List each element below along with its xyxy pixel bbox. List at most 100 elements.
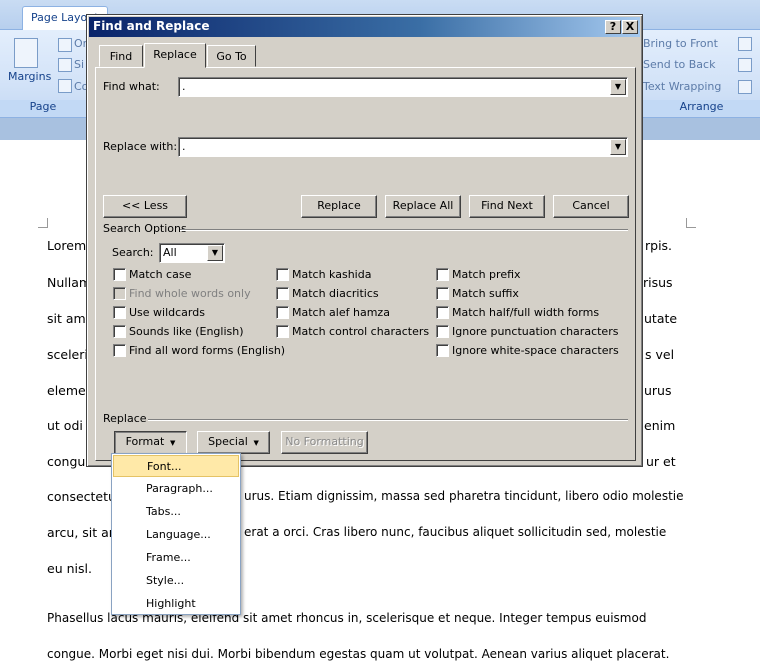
match-kashida-checkbox[interactable] [276, 268, 289, 281]
menu-item-font[interactable]: Font... [113, 455, 239, 477]
word-forms-label[interactable]: Find all word forms (English) [129, 344, 285, 357]
margin-corner-mark-right [686, 218, 696, 228]
dialog-titlebar[interactable]: Find and Replace ? X [89, 17, 640, 37]
search-direction-label: Search: [112, 246, 154, 259]
menu-item-style[interactable]: Style... [113, 570, 239, 592]
match-diacritics-checkbox[interactable] [276, 287, 289, 300]
find-replace-dialog: Find and Replace ? X Find Replace Go To … [86, 14, 643, 467]
replace-with-label: Replace with: [103, 140, 178, 153]
match-prefix-checkbox[interactable] [436, 268, 449, 281]
match-alef-hamza-checkbox[interactable] [276, 306, 289, 319]
send-to-back-button[interactable]: Send to Back [643, 58, 715, 71]
chevron-down-icon[interactable]: ▼ [610, 79, 626, 95]
match-case-label[interactable]: Match case [129, 268, 191, 281]
doc-line-left: Lorem [47, 238, 87, 253]
size-label[interactable]: Si [74, 58, 84, 71]
special-button[interactable]: Special ▼ [197, 431, 270, 454]
align-icon[interactable] [738, 37, 752, 51]
close-button[interactable]: X [622, 20, 638, 34]
find-what-value: . [182, 80, 186, 93]
replace-with-value: . [182, 140, 186, 153]
find-next-button[interactable]: Find Next [469, 195, 545, 218]
replace-with-input[interactable]: . ▼ [178, 137, 628, 157]
replace-all-button[interactable]: Replace All [385, 195, 461, 218]
doc-line-left: consectetu [47, 489, 116, 504]
ignore-punctuation-checkbox[interactable] [436, 325, 449, 338]
doc-line-right: erat a orci. Cras libero nunc, faucibus … [244, 525, 667, 539]
menu-item-paragraph[interactable]: Paragraph... [113, 478, 239, 500]
tab-find[interactable]: Find [99, 45, 143, 67]
format-button-label: Format [125, 435, 165, 448]
use-wildcards-label[interactable]: Use wildcards [129, 306, 205, 319]
whole-words-label: Find whole words only [129, 287, 251, 300]
orientation-icon[interactable] [58, 38, 72, 52]
margins-label[interactable]: Margins [8, 70, 51, 83]
search-direction-select[interactable]: All ▼ [159, 243, 225, 263]
doc-line-right: rpis. [645, 238, 673, 253]
match-diacritics-label[interactable]: Match diacritics [292, 287, 379, 300]
find-what-input[interactable]: . ▼ [178, 77, 628, 97]
replace-tab-panel: Find what: . ▼ Replace with: . ▼ << Less… [95, 67, 636, 461]
search-options-label: Search Options [103, 222, 187, 235]
half-full-width-label[interactable]: Match half/full width forms [452, 306, 599, 319]
match-alef-hamza-label[interactable]: Match alef hamza [292, 306, 390, 319]
doc-line-right: urus. Etiam dignissim, massa sed pharetr… [244, 489, 684, 503]
doc-line-right: urus [644, 383, 672, 398]
match-control-chars-label[interactable]: Match control characters [292, 325, 429, 338]
columns-icon[interactable] [58, 79, 72, 93]
chevron-down-icon[interactable]: ▼ [207, 245, 223, 261]
match-case-checkbox[interactable] [113, 268, 126, 281]
special-button-label: Special [208, 435, 248, 448]
match-control-chars-checkbox[interactable] [276, 325, 289, 338]
ignore-whitespace-checkbox[interactable] [436, 344, 449, 357]
menu-item-language[interactable]: Language... [113, 524, 239, 546]
ignore-whitespace-label[interactable]: Ignore white-space characters [452, 344, 619, 357]
doc-line-left: eu nisl. [47, 561, 92, 576]
sounds-like-label[interactable]: Sounds like (English) [129, 325, 244, 338]
group-arrange-label: Arrange [643, 100, 760, 116]
replace-section-label: Replace [103, 412, 147, 425]
doc-line-right: risus [643, 275, 673, 290]
match-prefix-label[interactable]: Match prefix [452, 268, 521, 281]
doc-line-left: Nullam [47, 275, 92, 290]
help-button[interactable]: ? [605, 20, 621, 34]
format-button[interactable]: Format ▼ [114, 431, 187, 454]
match-suffix-label[interactable]: Match suffix [452, 287, 519, 300]
ignore-punctuation-label[interactable]: Ignore punctuation characters [452, 325, 618, 338]
size-icon[interactable] [58, 58, 72, 72]
doc-line-right: ur et [646, 454, 676, 469]
less-button[interactable]: << Less [103, 195, 187, 218]
rotate-icon[interactable] [738, 80, 752, 94]
doc-line-left: arcu, sit an [47, 525, 117, 540]
half-full-width-checkbox[interactable] [436, 306, 449, 319]
find-what-label: Find what: [103, 80, 160, 93]
menu-item-frame[interactable]: Frame... [113, 547, 239, 569]
menu-item-highlight[interactable]: Highlight [113, 593, 239, 615]
whole-words-checkbox [113, 287, 126, 300]
replace-button[interactable]: Replace [301, 195, 377, 218]
group-icon[interactable] [738, 58, 752, 72]
doc-line-right: utate [644, 311, 678, 326]
tab-go-to[interactable]: Go To [207, 45, 256, 67]
replace-section-divider [148, 419, 628, 421]
sounds-like-checkbox[interactable] [113, 325, 126, 338]
word-forms-checkbox[interactable] [113, 344, 126, 357]
doc-line-left: ut odi [47, 418, 83, 433]
tab-replace[interactable]: Replace [144, 43, 206, 68]
doc-line-right: s vel [645, 347, 675, 362]
match-kashida-label[interactable]: Match kashida [292, 268, 371, 281]
dialog-title: Find and Replace [93, 19, 210, 33]
no-formatting-button: No Formatting [281, 431, 368, 454]
group-page-label: Page [0, 100, 86, 116]
margins-icon[interactable] [14, 38, 38, 68]
chevron-down-icon[interactable]: ▼ [610, 139, 626, 155]
match-suffix-checkbox[interactable] [436, 287, 449, 300]
format-menu: Font... Paragraph... Tabs... Language...… [111, 453, 241, 615]
text-wrapping-button[interactable]: Text Wrapping [643, 80, 721, 93]
use-wildcards-checkbox[interactable] [113, 306, 126, 319]
bring-to-front-button[interactable]: Bring to Front [643, 37, 718, 50]
menu-item-tabs[interactable]: Tabs... [113, 501, 239, 523]
doc-line-left: congu [47, 454, 86, 469]
doc-line-right: enim [644, 418, 676, 433]
cancel-button[interactable]: Cancel [553, 195, 629, 218]
